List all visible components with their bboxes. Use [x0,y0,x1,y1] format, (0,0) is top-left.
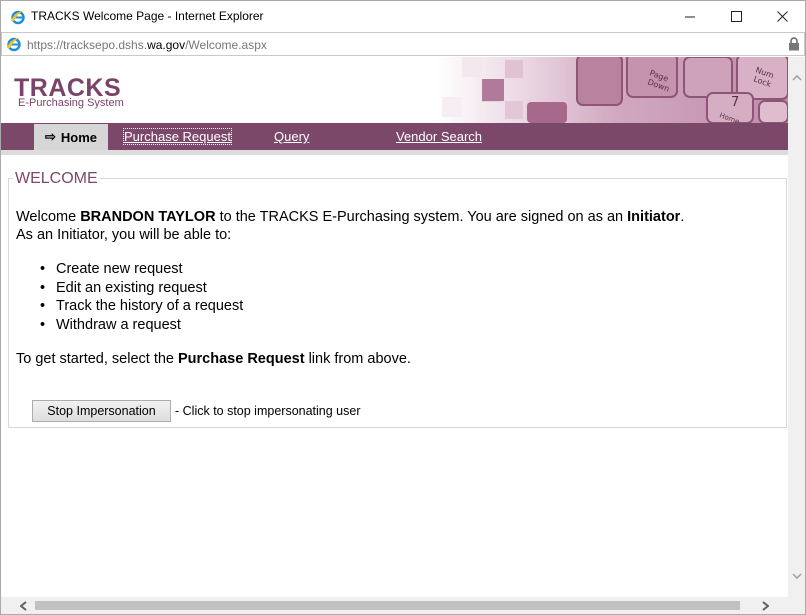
scroll-down-icon[interactable] [788,567,805,584]
window-title-bar: TRACKS Welcome Page - Internet Explorer [0,0,806,32]
welcome-prefix: Welcome [16,209,81,225]
scroll-right-icon[interactable] [757,597,774,614]
site-favicon-icon [7,37,21,52]
getting-started-prefix: To get started, select the [16,350,179,367]
list-item: Withdraw a request [40,316,776,335]
scroll-up-icon[interactable] [788,69,805,86]
list-item: Create new request [40,260,776,279]
arrow-right-icon: ⇨ [44,129,56,144]
vertical-scrollbar[interactable] [788,57,805,597]
nav-purchase-request-link[interactable]: Purchase Request [123,128,232,145]
address-bar[interactable]: https://tracksepo.dshs.wa.gov/Welcome.as… [1,32,805,56]
stop-impersonation-hint: - Click to stop impersonating user [175,404,361,418]
svg-text:7: 7 [731,95,739,110]
close-icon [776,11,788,22]
nav-vendor-search-link[interactable]: Vendor Search [396,129,482,144]
scroll-left-icon[interactable] [15,597,32,614]
address-url[interactable]: https://tracksepo.dshs.wa.gov/Welcome.as… [27,38,267,52]
logo-subtitle: E-Purchasing System [18,97,124,109]
welcome-message: Welcome BRANDON TAYLOR to the TRACKS E-P… [16,208,776,226]
keyboard-banner-image: Page Down Num Lock 7 Home [437,57,788,123]
getting-started-text: To get started, select the Purchase Requ… [16,350,776,368]
lock-icon[interactable] [788,37,800,51]
welcome-middle: to the TRACKS E-Purchasing system. You a… [215,209,628,225]
nav-home-tab[interactable]: ⇨ Home [34,124,108,150]
url-prefix: https://tracksepo.dshs. [27,38,148,52]
window-title: TRACKS Welcome Page - Internet Explorer [31,9,264,23]
scrollbar-corner [788,597,805,614]
horizontal-scrollbar[interactable] [1,597,788,614]
maximize-button[interactable] [713,1,759,32]
horizontal-scroll-thumb[interactable] [35,601,740,610]
nav-home-label: Home [60,129,98,145]
minimize-button[interactable] [667,1,713,32]
list-item: Track the history of a request [40,297,776,316]
welcome-heading: WELCOME [13,170,100,188]
user-name: BRANDON TAYLOR [80,209,216,225]
list-item: Edit an existing request [40,279,776,298]
close-button[interactable] [759,1,805,32]
nav-divider [1,150,788,155]
minimize-icon [684,16,695,18]
maximize-icon [730,11,742,22]
header-banner: TRACKS E-Purchasing System Page Down Num… [1,57,788,123]
stop-impersonation-button[interactable]: Stop Impersonation [32,400,171,422]
url-path: /Welcome.aspx [185,38,267,52]
url-host: wa.gov [147,38,186,52]
main-nav: ⇨ Home Purchase Request Query Vendor Sea… [1,123,788,150]
internet-explorer-icon [11,10,25,25]
nav-query-link[interactable]: Query [274,129,309,144]
user-role: Initiator [627,209,681,225]
welcome-suffix: . [680,209,685,225]
welcome-content: Welcome BRANDON TAYLOR to the TRACKS E-P… [16,208,776,368]
getting-started-suffix: link from above. [304,350,411,367]
stop-impersonation-row: Stop Impersonation - Click to stop imper… [32,400,361,422]
abilities-list: Create new request Edit an existing requ… [40,260,776,335]
page-viewport: TRACKS E-Purchasing System Page Down Num… [1,57,788,597]
getting-started-emphasis: Purchase Request [178,350,305,367]
abilities-intro: As an Initiator, you will be able to: [16,227,232,243]
